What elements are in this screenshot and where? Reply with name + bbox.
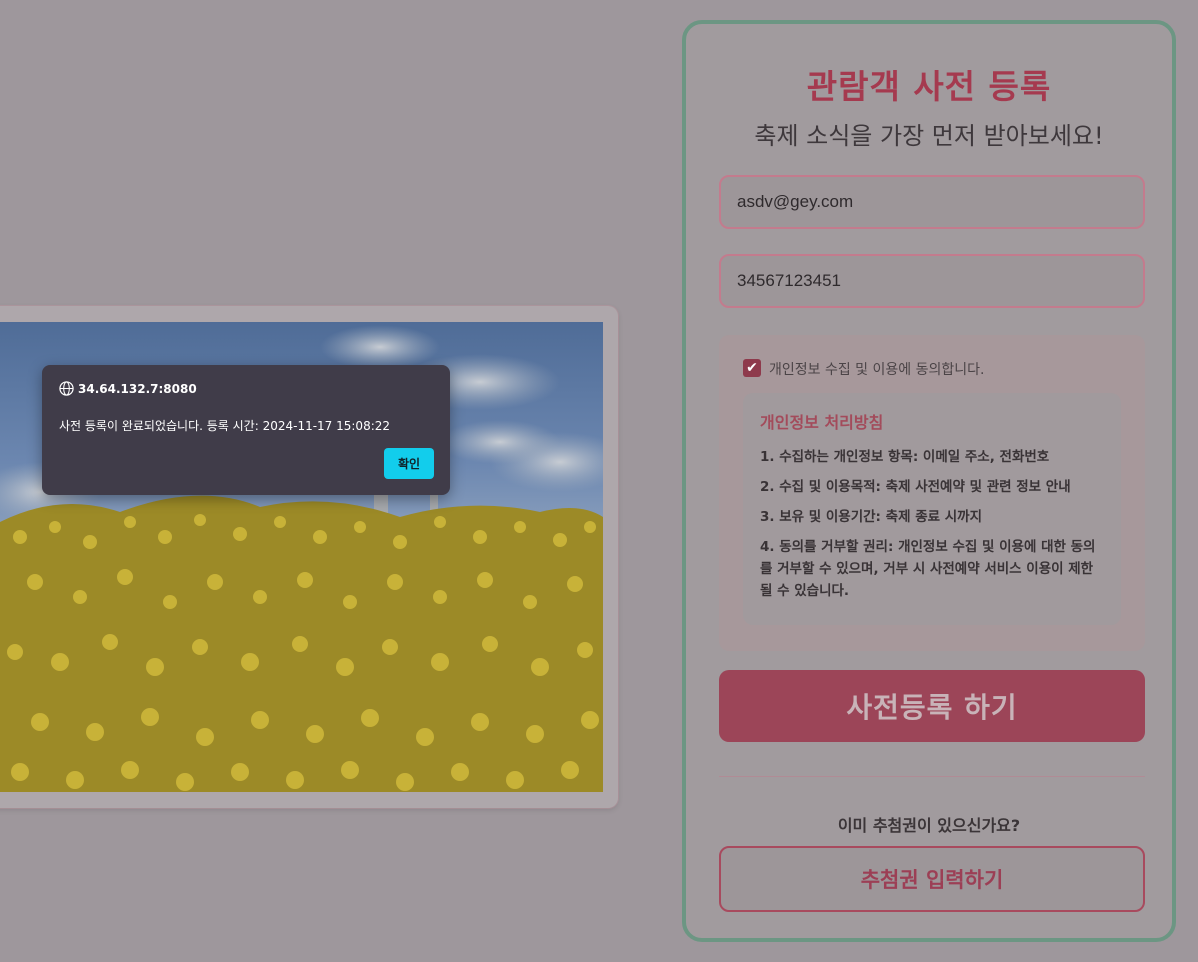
email-field[interactable] — [719, 175, 1145, 229]
checkmark-icon: ✔ — [746, 360, 758, 376]
preregister-button[interactable]: 사전등록 하기 — [719, 670, 1145, 742]
consent-section: ✔ 개인정보 수집 및 이용에 동의합니다. 개인정보 처리방침 1. 수집하는… — [719, 335, 1145, 651]
enter-ticket-button[interactable]: 추첨권 입력하기 — [719, 846, 1145, 912]
policy-item: 1. 수집하는 개인정보 항목: 이메일 주소, 전화번호 — [760, 449, 1050, 465]
policy-item: 3. 보유 및 이용기간: 축제 종료 시까지 — [760, 509, 982, 525]
policy-item: 2. 수집 및 이용목적: 축제 사전예약 및 관련 정보 안내 — [760, 479, 1071, 495]
alert-dialog: 34.64.132.7:8080 사전 등록이 완료되었습니다. 등록 시간: … — [42, 365, 450, 495]
dialog-origin: 34.64.132.7:8080 — [78, 382, 197, 396]
phone-field[interactable] — [719, 254, 1145, 308]
policy-list: 1. 수집하는 개인정보 항목: 이메일 주소, 전화번호 2. 수집 및 이용… — [760, 446, 1105, 610]
policy-title: 개인정보 처리방침 — [760, 413, 884, 432]
dialog-message: 사전 등록이 완료되었습니다. 등록 시간: 2024-11-17 15:08:… — [59, 419, 391, 433]
registration-panel: 관람객 사전 등록 축제 소식을 가장 먼저 받아보세요! ✔ 개인정보 수집 … — [682, 20, 1176, 942]
consent-label[interactable]: 개인정보 수집 및 이용에 동의합니다. — [769, 359, 984, 379]
form-subtitle: 축제 소식을 가장 먼저 받아보세요! — [754, 122, 1104, 150]
globe-icon — [59, 381, 74, 396]
ticket-question: 이미 추첨권이 있으신가요? — [837, 816, 1021, 835]
ok-button[interactable]: 확인 — [384, 448, 434, 479]
consent-checkbox[interactable]: ✔ — [743, 359, 761, 377]
divider — [719, 776, 1145, 777]
policy-item: 4. 동의를 거부할 권리: 개인정보 수집 및 이용에 대한 동의를 거부할 … — [760, 539, 1096, 599]
privacy-policy-box: 개인정보 처리방침 1. 수집하는 개인정보 항목: 이메일 주소, 전화번호 … — [743, 393, 1121, 625]
form-title: 관람객 사전 등록 — [806, 67, 1052, 106]
